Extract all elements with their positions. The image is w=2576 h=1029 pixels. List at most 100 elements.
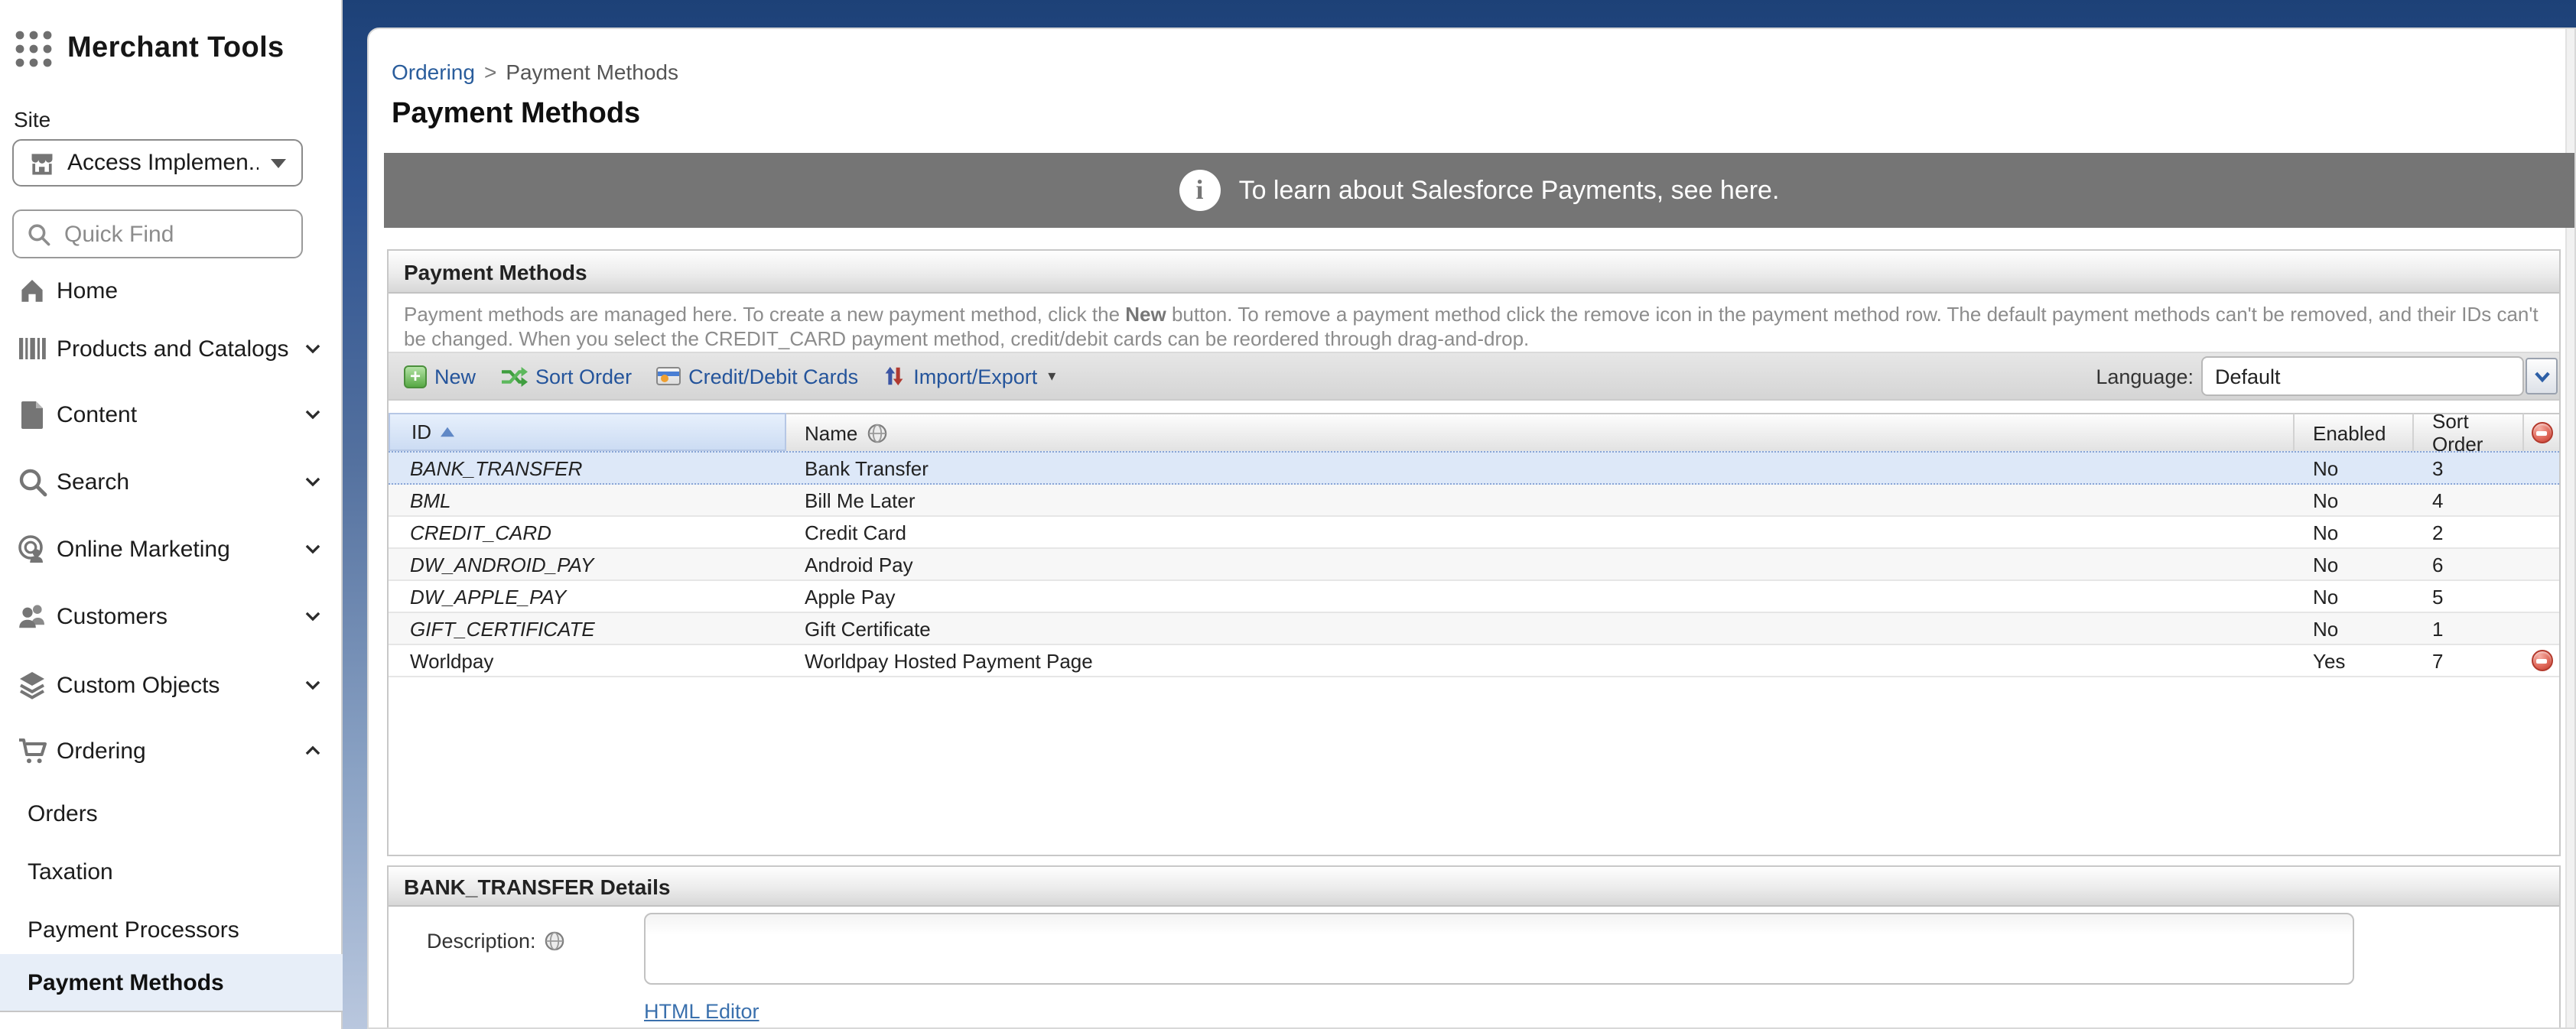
sidebar-item-customers[interactable]: Customers xyxy=(0,596,343,636)
cell-name: Gift Certificate xyxy=(786,617,2295,640)
new-button-label: New xyxy=(434,365,476,388)
language-input[interactable] xyxy=(2201,356,2524,396)
site-label: Site xyxy=(14,107,50,131)
cell-id: BML xyxy=(389,489,786,511)
chevron-down-icon xyxy=(303,539,323,559)
sort-order-button[interactable]: Sort Order xyxy=(500,365,632,388)
import-export-icon xyxy=(883,365,906,387)
cell-sort-order: 1 xyxy=(2414,617,2524,640)
sidebar-subitem-label: Payment Methods xyxy=(28,969,224,995)
quick-find xyxy=(12,209,303,258)
cell-enabled: No xyxy=(2295,456,2414,479)
cell-sort-order: 7 xyxy=(2414,649,2524,672)
cell-name: Bank Transfer xyxy=(786,456,2295,479)
cell-enabled: No xyxy=(2295,585,2414,608)
table-row[interactable]: CREDIT_CARD Credit Card No 2 xyxy=(389,517,2559,549)
plus-icon: + xyxy=(404,365,427,388)
table-row[interactable]: BANK_TRANSFER Bank Transfer No 3 xyxy=(389,451,2559,485)
table-row[interactable]: GIFT_CERTIFICATE Gift Certificate No 1 xyxy=(389,613,2559,645)
cell-enabled: Yes xyxy=(2295,649,2414,672)
cell-sort-order: 3 xyxy=(2414,456,2524,479)
content-card: Ordering > Payment Methods Payment Methods… xyxy=(367,28,2576,1029)
chevron-down-icon xyxy=(303,472,323,492)
credit-debit-cards-button-label: Credit/Debit Cards xyxy=(688,365,858,388)
cell-enabled: No xyxy=(2295,617,2414,640)
description-text: Payment methods are managed here. To cre… xyxy=(404,303,1125,326)
sidebar-item-label: Search xyxy=(57,469,129,495)
cell-name: Credit Card xyxy=(786,521,2295,544)
language-label: Language: xyxy=(2096,353,2194,402)
cell-id: Worldpay xyxy=(389,649,786,672)
chevron-down-icon xyxy=(303,404,323,424)
credit-debit-cards-button[interactable]: Credit/Debit Cards xyxy=(656,365,858,388)
column-header-id[interactable]: ID xyxy=(389,413,786,451)
language-dropdown-button[interactable] xyxy=(2526,358,2558,394)
cell-sort-order: 2 xyxy=(2414,521,2524,544)
column-header-label: Sort Order xyxy=(2432,410,2522,456)
description-label-text: Description: xyxy=(427,930,536,953)
sidebar-item-online-marketing[interactable]: Online Marketing xyxy=(0,529,343,569)
sidebar-item-payment-methods[interactable]: Payment Methods xyxy=(0,954,343,1012)
description-textarea[interactable] xyxy=(644,913,2354,985)
quick-find-input[interactable] xyxy=(61,219,260,248)
chevron-up-icon xyxy=(303,741,323,761)
methods-table-rows: BANK_TRANSFER Bank Transfer No 3 BML Bil… xyxy=(389,451,2559,677)
remove-column-icon[interactable] xyxy=(2531,422,2552,443)
breadcrumb-separator: > xyxy=(484,60,496,84)
layers-icon xyxy=(15,670,49,700)
shuffle-icon xyxy=(500,366,528,386)
sidebar-item-label: Ordering xyxy=(57,738,146,764)
description-bold-new: New xyxy=(1125,303,1166,326)
info-icon: i xyxy=(1179,170,1221,211)
column-header-name[interactable]: Name xyxy=(786,413,2295,451)
panel-description: Payment methods are managed here. To cre… xyxy=(404,303,2541,352)
cell-enabled: No xyxy=(2295,489,2414,511)
sidebar-item-search[interactable]: Search xyxy=(0,462,343,502)
column-header-sort-order: Sort Order xyxy=(2414,413,2524,451)
table-row[interactable]: DW_APPLE_PAY Apple Pay No 5 xyxy=(389,581,2559,613)
import-export-button-label: Import/Export xyxy=(913,365,1037,388)
new-button[interactable]: + New xyxy=(404,365,476,388)
sidebar-item-orders[interactable]: Orders xyxy=(0,794,343,833)
globe-icon xyxy=(545,931,565,951)
sidebar-item-products-and-catalogs[interactable]: Products and Catalogs xyxy=(0,329,343,368)
sidebar-item-content[interactable]: Content xyxy=(0,394,343,434)
sidebar-item-taxation[interactable]: Taxation xyxy=(0,852,343,891)
cell-sort-order: 5 xyxy=(2414,585,2524,608)
html-editor-link[interactable]: HTML Editor xyxy=(644,1000,759,1023)
column-header-label: Name xyxy=(805,421,857,444)
table-row[interactable]: DW_ANDROID_PAY Android Pay No 6 xyxy=(389,549,2559,581)
cell-id: GIFT_CERTIFICATE xyxy=(389,617,786,640)
remove-method-icon[interactable] xyxy=(2531,650,2552,671)
sidebar-item-payment-processors[interactable]: Payment Processors xyxy=(0,910,343,949)
sidebar-item-custom-objects[interactable]: Custom Objects xyxy=(0,665,343,705)
customers-icon xyxy=(15,601,49,631)
breadcrumb-ordering-link[interactable]: Ordering xyxy=(392,60,475,84)
sort-order-button-label: Sort Order xyxy=(535,365,632,388)
sidebar-item-ordering[interactable]: Ordering xyxy=(0,731,343,771)
cell-name: Bill Me Later xyxy=(786,489,2295,511)
app-grid-icon[interactable] xyxy=(14,29,54,69)
cell-enabled: No xyxy=(2295,521,2414,544)
brand: Merchant Tools xyxy=(14,29,285,69)
sidebar-item-label: Content xyxy=(57,401,137,427)
import-export-button[interactable]: Import/Export ▾ xyxy=(883,365,1055,388)
table-row[interactable]: BML Bill Me Later No 4 xyxy=(389,485,2559,517)
sidebar: Merchant Tools Site Access Implemen... xyxy=(0,0,343,1029)
sidebar-item-home[interactable]: Home xyxy=(0,271,343,310)
cell-enabled: No xyxy=(2295,553,2414,576)
sidebar-item-label: Products and Catalogs xyxy=(57,336,289,362)
page-title: Payment Methods xyxy=(392,98,640,131)
cell-sort-order: 4 xyxy=(2414,489,2524,511)
search-icon xyxy=(15,467,49,496)
sidebar-item-label: Customers xyxy=(57,603,168,629)
column-header-remove xyxy=(2524,413,2559,451)
table-row[interactable]: Worldpay Worldpay Hosted Payment Page Ye… xyxy=(389,645,2559,677)
column-header-enabled: Enabled xyxy=(2295,413,2414,451)
cell-remove xyxy=(2524,650,2559,671)
cart-icon xyxy=(15,735,49,766)
site-selector[interactable]: Access Implemen... xyxy=(12,139,303,187)
caret-down-icon xyxy=(271,158,286,167)
credit-card-icon xyxy=(656,367,681,385)
payment-methods-panel: Payment Methods Payment methods are mana… xyxy=(387,249,2561,856)
